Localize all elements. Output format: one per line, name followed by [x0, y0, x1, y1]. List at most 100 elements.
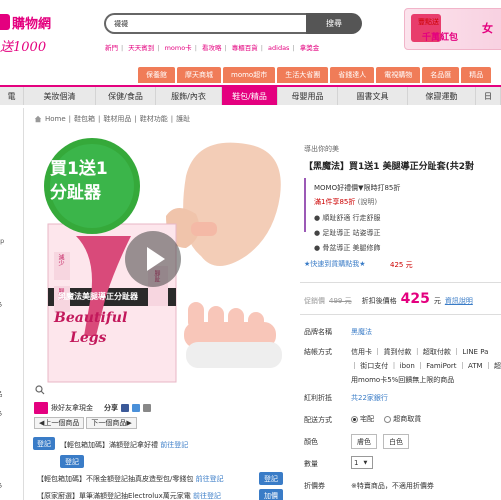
payment-line3: 用momo卡5%回饋無上限的商品 — [351, 376, 455, 384]
banner-line3: 女 — [482, 22, 493, 35]
coupon-value: ※特賣商品，不適用折價券 — [351, 482, 434, 490]
quick-link-new[interactable]: 新門 — [105, 44, 118, 52]
promo-text: 單筆滿額登記抽Electrolux萬元家電 — [79, 492, 191, 500]
category-tab-home-sports[interactable]: 傢寢運動 — [408, 87, 476, 105]
shipping-label: 配送方式 — [304, 416, 332, 424]
upper-tab[interactable]: momo超市 — [223, 67, 276, 83]
fast-delivery-link[interactable]: ★快速到貨購點我★ — [304, 259, 366, 269]
category-tab[interactable]: 電 — [0, 87, 24, 105]
shipping-options: 宅配 超商取貨 — [351, 414, 421, 424]
category-tab-health[interactable]: 保健/食品 — [96, 87, 156, 105]
invite-friends-link[interactable]: 揪好友拿現金 — [51, 403, 93, 413]
promo-item: 【輕包箱加碼】滿額登記拿好禮 前往登記 — [60, 440, 188, 450]
promo-link[interactable]: 前往登記 — [160, 441, 188, 449]
package-title: 黑魔法美腿導正分趾器 — [58, 292, 138, 301]
discount-price: 425 — [400, 291, 430, 307]
promo-item: 【原家廚選】單筆滿額登記抽Electrolux萬元家電 前往登記 — [37, 491, 221, 500]
logo-text[interactable]: 購物網 — [12, 13, 51, 32]
promo-line1: MOMO好禮價▼限時打85折 — [314, 184, 401, 192]
bonus-label: 紅利折抵 — [304, 394, 332, 402]
promo-text: 滿額登記拿好禮 — [109, 441, 158, 449]
quantity-value: 1 — [354, 458, 359, 467]
zoom-icon[interactable] — [35, 385, 45, 395]
register-button[interactable]: 登記 — [60, 455, 84, 468]
category-tab[interactable]: 日 — [476, 87, 501, 105]
brand-slogan: 導出你的美 — [304, 145, 339, 153]
quick-link-bonus[interactable]: 拿獎金 — [300, 44, 320, 52]
category-tab-apparel[interactable]: 服飾/內衣 — [156, 87, 222, 105]
upper-tab[interactable]: 摩天商城 — [177, 67, 221, 83]
feature-item: ● 骨盆導正 美腿修飾 — [314, 244, 381, 252]
category-tab-beauty[interactable]: 美妝個清 — [24, 87, 96, 105]
banner-line2: 千萬紅包 — [422, 33, 459, 43]
sidebar-item[interactable]: up — [0, 237, 4, 245]
product-pager: ◀ 上一個商品 下一個商品 ▶ — [34, 417, 137, 429]
logo-icon[interactable] — [0, 14, 10, 30]
quick-link-daily[interactable]: 天天賓到 — [128, 44, 154, 52]
sidebar-item[interactable]: 品 — [0, 388, 3, 398]
divider — [300, 314, 501, 315]
upper-tab[interactable]: 省錢達人 — [330, 67, 375, 83]
quick-link-momo-card[interactable]: momo卡 — [165, 44, 192, 52]
breadcrumb-item[interactable]: 鞋材功能 — [140, 114, 168, 124]
brand-value-link[interactable]: 黑魔法 — [351, 327, 372, 337]
original-price-label: 促銷價 — [304, 297, 325, 305]
feature-item: ● 順趾舒適 行走舒服 — [314, 214, 381, 222]
add-on-button[interactable]: 加價 — [259, 489, 283, 500]
home-icon[interactable] — [34, 115, 42, 123]
upper-tab[interactable]: 名品匯 — [422, 67, 460, 83]
breadcrumb-item[interactable]: 護趾 — [176, 114, 190, 124]
sidebar-item[interactable]: 多 — [0, 480, 3, 490]
category-tab-books[interactable]: 圖書文具 — [338, 87, 408, 105]
package-legs: Legs — [70, 330, 107, 346]
shipping-option-store-label: 超商取貨 — [393, 415, 422, 423]
shipping-option-store[interactable]: 超商取貨 — [384, 415, 421, 423]
search-input[interactable] — [104, 13, 306, 34]
quantity-select[interactable]: 1 ▼ — [351, 456, 373, 469]
invite-icon — [34, 402, 48, 414]
quick-links: 新門 | 天天賓到 | momo卡 | 看攻略 | 專櫃百貨 | adidas | 拿獎金 — [105, 44, 320, 52]
bonus-banks-link[interactable]: 共22家銀行 — [351, 393, 388, 403]
sidebar-item[interactable]: 多 — [0, 408, 3, 418]
search-button[interactable]: 搜尋 — [306, 13, 362, 34]
sidebar-item[interactable]: 多 — [0, 299, 3, 309]
register-button[interactable]: 登記 — [33, 437, 55, 450]
promo-tag: 【輕包箱加碼】 — [60, 441, 109, 449]
print-icon[interactable] — [132, 404, 140, 412]
quick-link-department[interactable]: 專櫃百貨 — [232, 44, 258, 52]
upper-tab[interactable]: 精品 — [461, 67, 492, 83]
play-video-button[interactable] — [125, 231, 181, 287]
color-option-white[interactable]: 白色 — [383, 434, 409, 449]
radio-unchecked-icon — [384, 415, 392, 423]
price-unit: 元 — [433, 297, 441, 305]
next-product-button[interactable]: 下一個商品 ▶ — [86, 417, 137, 429]
promo-link[interactable]: 前往登記 — [196, 475, 224, 483]
category-tab-shoes-bags[interactable]: 鞋包/精品 — [222, 87, 278, 105]
register-button[interactable]: 登記 — [259, 472, 283, 485]
promo-item: 【輕包箱加碼】不限金額登記抽真皮造型包/零錢包 前往登記 — [37, 474, 224, 484]
prev-product-button[interactable]: ◀ 上一個商品 — [34, 417, 85, 429]
breadcrumb-item[interactable]: 鞋材用品 — [103, 114, 131, 124]
upper-tab[interactable]: 保養館 — [138, 67, 175, 83]
promo-note-link[interactable]: (說明) — [358, 198, 377, 206]
left-sidebar: up 多 品 多 多 — [0, 108, 24, 500]
quick-link-adidas[interactable]: adidas — [268, 44, 289, 52]
category-tab-baby[interactable]: 母嬰用品 — [278, 87, 338, 105]
promo-text: 不限金額登記抽真皮造型包/零錢包 — [86, 475, 194, 483]
shipping-option-home-label: 宅配 — [360, 415, 374, 423]
breadcrumb-item[interactable]: 鞋包箱 — [74, 114, 95, 124]
color-option-skin[interactable]: 膚色 — [351, 434, 377, 449]
breadcrumb-home[interactable]: Home — [45, 115, 66, 123]
badge-line1: 買1送1 — [50, 159, 108, 179]
quick-link-guide[interactable]: 看攻略 — [202, 44, 222, 52]
product-title: 【黑魔法】買1送1 美腿導正分趾套(共2對 — [304, 162, 475, 172]
facebook-icon[interactable] — [121, 404, 129, 412]
upper-tab[interactable]: 電視購物 — [376, 67, 421, 83]
email-icon[interactable] — [143, 404, 151, 412]
logo-slogan: 送1000 — [0, 40, 47, 55]
upper-tab[interactable]: 生活大省團 — [277, 67, 329, 83]
shipping-option-home[interactable]: 宅配 — [351, 415, 374, 423]
promo-link[interactable]: 前往登記 — [193, 492, 221, 500]
price-info-link[interactable]: 資訊說明 — [445, 296, 473, 306]
brand-label: 品牌名稱 — [304, 328, 332, 336]
